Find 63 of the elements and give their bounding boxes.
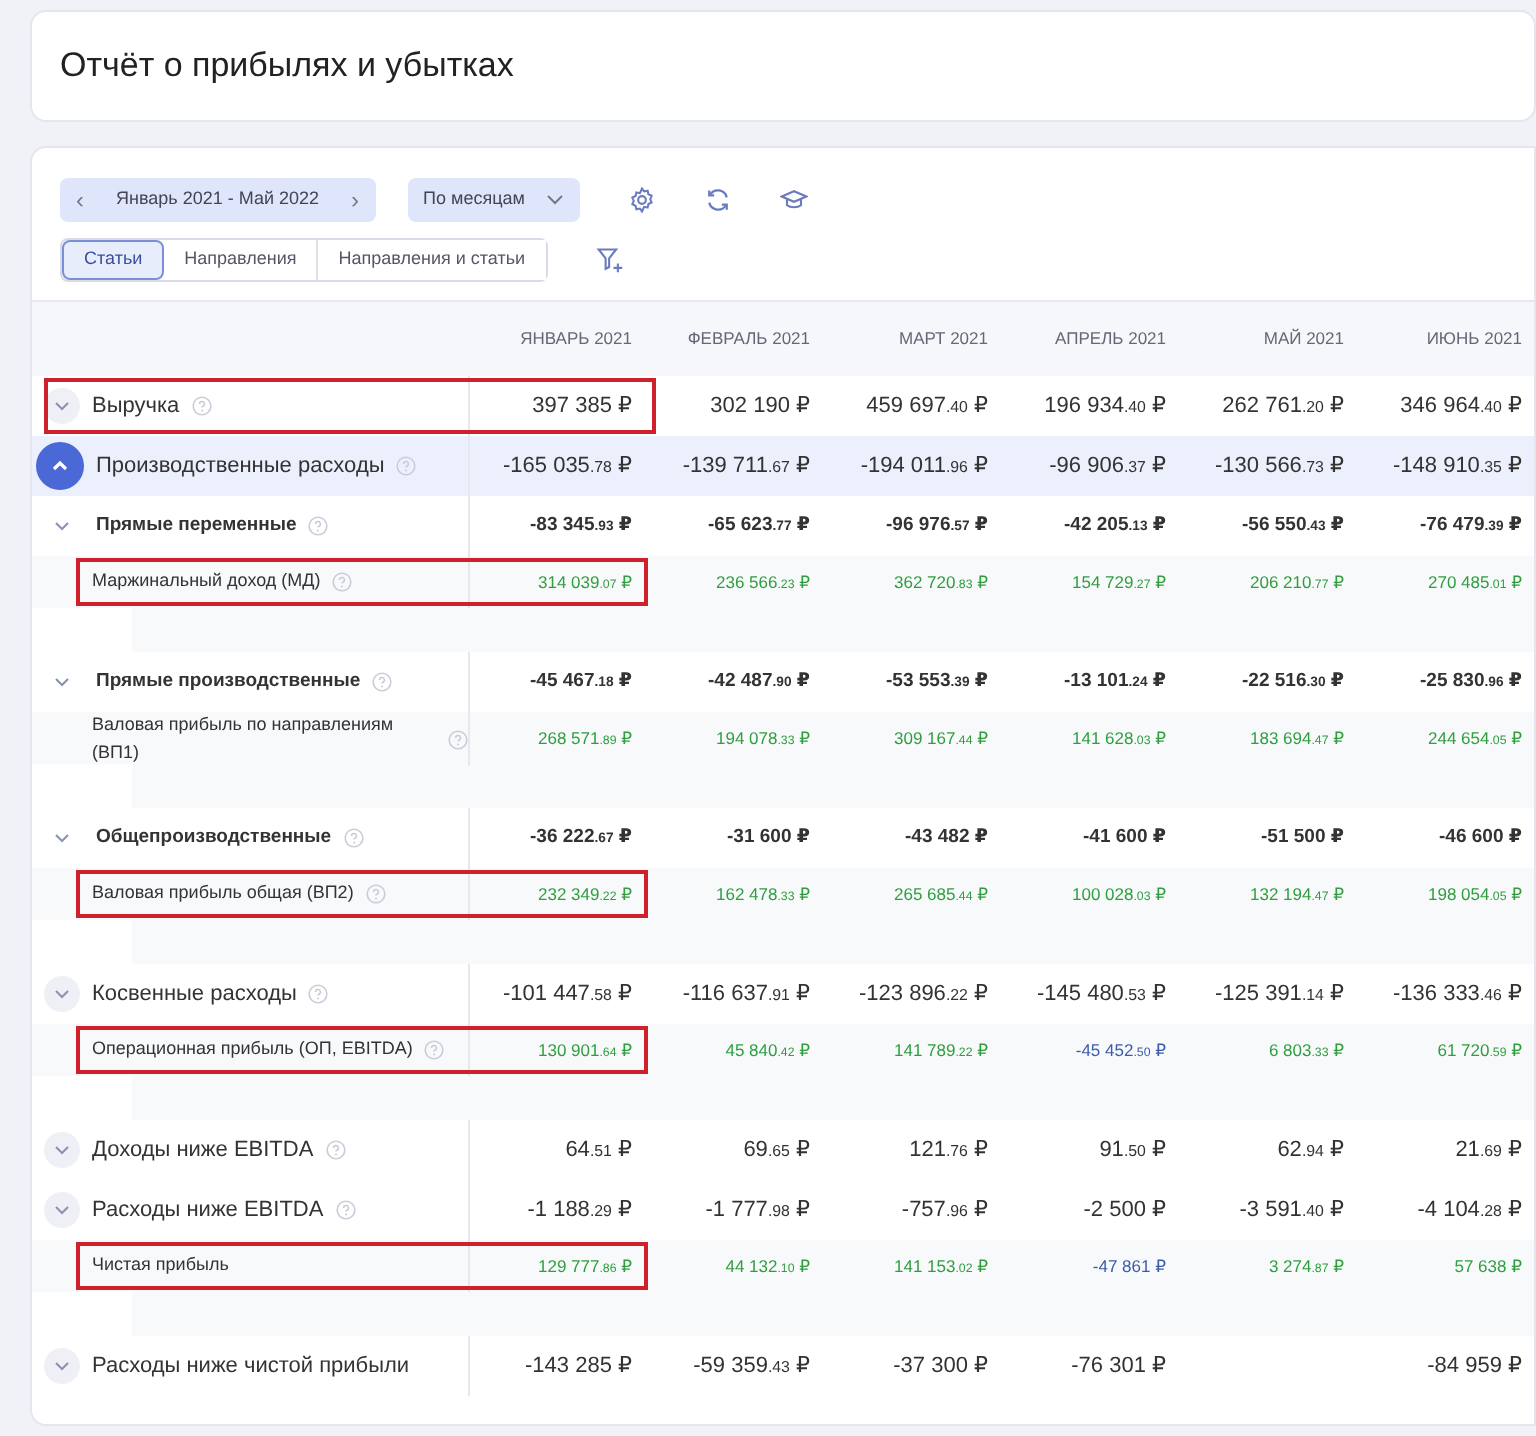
row-label: Производственные расходы	[96, 451, 385, 482]
filter-add-icon[interactable]	[595, 246, 624, 274]
value-cell-text: -51 500 ₽	[1259, 823, 1346, 852]
view-tab[interactable]: Статьи	[62, 240, 165, 280]
row-label: Операционная прибыль (ОП, EBITDA)	[92, 1036, 413, 1063]
help-icon[interactable]	[308, 516, 329, 536]
help-icon[interactable]	[372, 672, 393, 692]
value-cell-text: -37 300 ₽	[891, 1351, 990, 1382]
value-cell-text: -46 600 ₽	[1437, 823, 1524, 852]
expand-toggle[interactable]	[44, 1132, 80, 1168]
column-header: АПРЕЛЬ 2021	[1053, 326, 1168, 352]
row-label: Доходы ниже EBITDA	[92, 1135, 314, 1166]
column-header: ФЕВРАЛЬ 2021	[685, 326, 812, 352]
value-cell-text: -84 959 ₽	[1425, 1351, 1524, 1382]
refresh-icon[interactable]	[703, 186, 732, 214]
help-icon[interactable]	[448, 729, 468, 749]
help-icon[interactable]	[191, 396, 212, 416]
help-icon[interactable]	[332, 572, 353, 592]
help-icon[interactable]	[424, 1040, 445, 1060]
value-cell-text: 302 190 ₽	[708, 391, 812, 422]
row-label: Расходы ниже EBITDA	[92, 1195, 324, 1226]
help-icon[interactable]	[365, 884, 386, 904]
value-cell-text: -47 861 ₽	[1090, 1253, 1168, 1280]
value-cell-text: -143 285 ₽	[523, 1351, 634, 1382]
row-label: Прямые переменные	[96, 511, 297, 540]
value-cell-text: -43 482 ₽	[903, 823, 990, 852]
row-label: Прямые производственные	[96, 667, 361, 696]
row-label: Валовая прибыль общая (ВП2)	[92, 880, 354, 907]
row-label: Валовая прибыль по направлениям (ВП1)	[92, 712, 396, 766]
expand-toggle[interactable]	[44, 976, 80, 1012]
row-label: Косвенные расходы	[92, 979, 297, 1010]
row-label: Общепроизводственные	[96, 823, 332, 852]
help-icon[interactable]	[335, 1200, 356, 1220]
expand-toggle[interactable]	[44, 1348, 80, 1384]
value-cell-text: -76 301 ₽	[1069, 1351, 1168, 1382]
value-cell-text: 397 385 ₽	[530, 391, 634, 422]
page-title: Отчёт о прибылях и убытках	[60, 45, 514, 87]
help-icon[interactable]	[325, 1140, 346, 1160]
row-label: Маржинальный доход (МД)	[92, 568, 321, 595]
help-icon[interactable]	[396, 456, 417, 476]
column-header: ЯНВАРЬ 2021	[518, 326, 634, 352]
grouping-dropdown[interactable]: По месяцам	[407, 178, 580, 222]
row-label: Чистая прибыль	[92, 1252, 229, 1279]
row-label: Расходы ниже чистой прибыли	[92, 1351, 410, 1382]
period-label: Январь 2021 - Май 2022	[116, 186, 320, 213]
column-header: ИЮНЬ 2021	[1424, 326, 1524, 352]
column-header: МАЙ 2021	[1261, 326, 1346, 352]
value-cell-text: 57 638 ₽	[1452, 1253, 1524, 1280]
value-cell-text: -41 600 ₽	[1081, 823, 1168, 852]
help-icon[interactable]	[343, 828, 364, 848]
settings-icon[interactable]	[627, 186, 656, 214]
help-icon[interactable]	[308, 984, 329, 1004]
period-picker[interactable]: ‹ Январь 2021 - Май 2022 ›	[60, 178, 376, 222]
expand-toggle[interactable]	[44, 1192, 80, 1228]
row-label: Выручка	[92, 391, 180, 422]
caret-icon	[545, 194, 564, 206]
value-cell-text: -31 600 ₽	[725, 823, 812, 852]
graduation-cap-icon[interactable]	[779, 186, 808, 214]
column-header: МАРТ 2021	[896, 326, 990, 352]
previous-arrow[interactable]: ‹	[76, 182, 84, 218]
value-cell-text: -2 500 ₽	[1081, 1195, 1168, 1226]
expand-toggle[interactable]	[36, 442, 84, 490]
next-arrow[interactable]: ›	[351, 182, 360, 218]
